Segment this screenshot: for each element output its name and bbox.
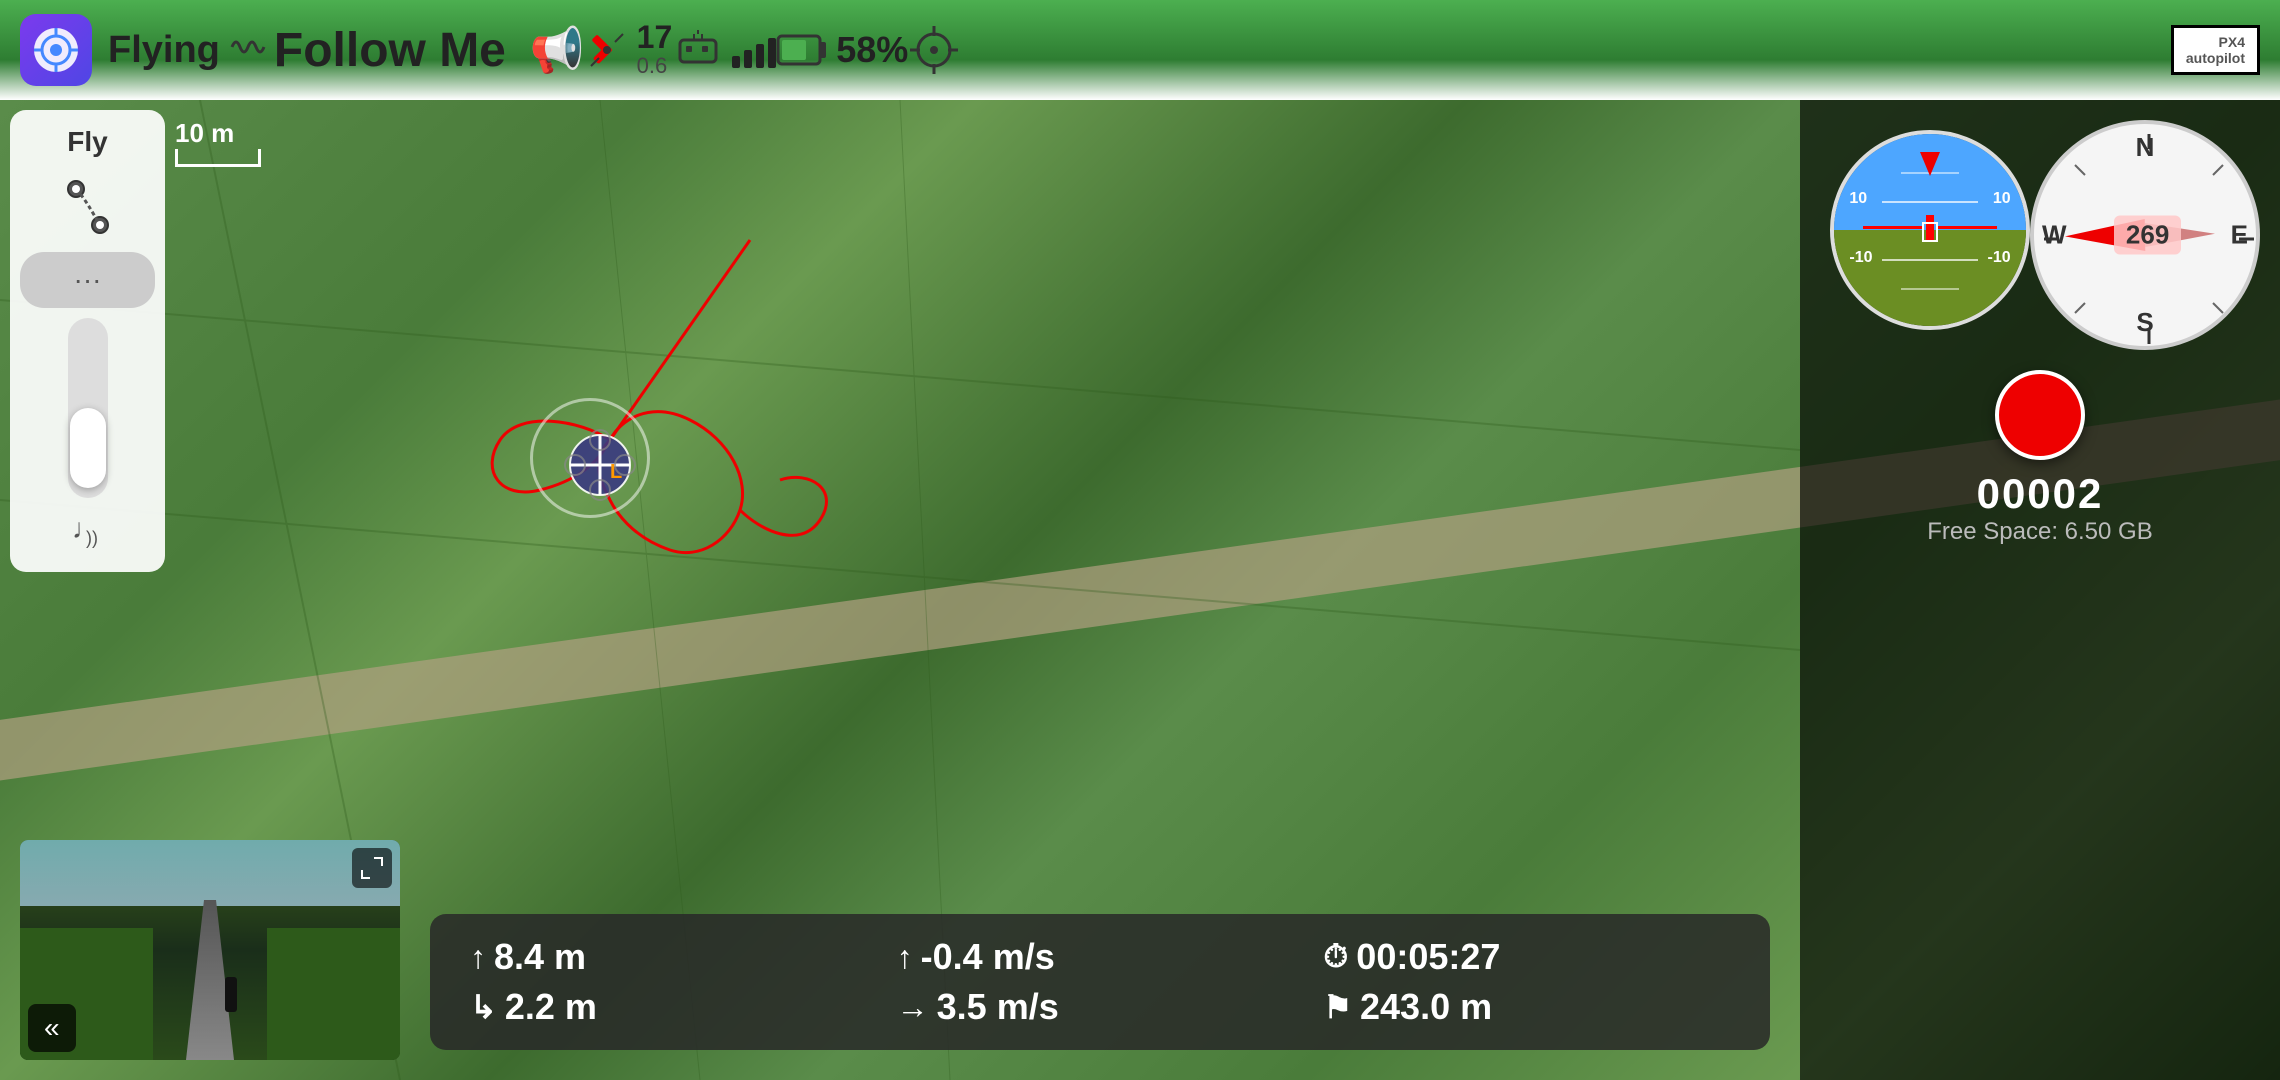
bank-indicator bbox=[1920, 152, 1940, 176]
map-area[interactable]: L Fly ··· ♩ )) bbox=[0, 100, 2280, 1080]
altitude-slider[interactable] bbox=[68, 318, 108, 498]
free-space-label: Free Space: 6.50 GB bbox=[1927, 518, 2152, 546]
center-square bbox=[1922, 222, 1937, 241]
cam-expand-button[interactable] bbox=[352, 848, 392, 888]
fly-label: Fly bbox=[67, 126, 107, 158]
pitch-label-10-left: 10 bbox=[1849, 190, 1867, 208]
svg-text:)): )) bbox=[86, 528, 98, 548]
horizon-ground bbox=[1834, 230, 2026, 326]
signal-bars bbox=[732, 32, 776, 68]
time-value: 00:05:27 bbox=[1356, 936, 1500, 978]
compass-west-label: W bbox=[2042, 220, 2067, 251]
hud-horizontal-dist: ↳ 2.2 m bbox=[470, 986, 877, 1028]
compass-east-label: E bbox=[2231, 220, 2248, 251]
gps-crosshair-icon bbox=[908, 24, 960, 76]
radio-controller-icon bbox=[672, 28, 724, 72]
compass-north-label: N bbox=[2136, 132, 2155, 163]
cam-road bbox=[150, 900, 270, 1060]
horizontal-dist-value: 2.2 m bbox=[505, 986, 597, 1028]
home-distance-value: 243.0 m bbox=[1360, 986, 1492, 1028]
bottom-hud: ↑ 8.4 m ↑ -0.4 m/s ⏱ 00:05:27 ↳ 2.2 m → … bbox=[430, 914, 1770, 1050]
signal-wavy-icon bbox=[230, 29, 266, 72]
time-icon: ⏱ bbox=[1323, 938, 1348, 976]
compass-south-label: S bbox=[2136, 307, 2153, 338]
cam-figure bbox=[225, 977, 237, 1012]
altitude-rate-value: -0.4 m/s bbox=[921, 936, 1055, 978]
announcement-icon-group: 📢 bbox=[530, 24, 585, 76]
hud-time: ⏱ 00:05:27 bbox=[1323, 936, 1730, 978]
altitude-icon: ↑ bbox=[470, 939, 486, 976]
altitude-value: 8.4 m bbox=[494, 936, 586, 978]
satellite-group: 17 0.6 bbox=[585, 21, 673, 79]
battery-icon bbox=[776, 30, 828, 70]
hud-altitude-rate: ↑ -0.4 m/s bbox=[897, 936, 1304, 978]
compass-heading-value: 269 bbox=[2126, 220, 2169, 250]
satellite-hdop: 0.6 bbox=[637, 53, 673, 79]
scale-indicator: 10 m bbox=[175, 118, 261, 167]
right-panel: 10 10 -10 -10 bbox=[1800, 100, 2280, 1080]
compass: N S E W 269 bbox=[2030, 120, 2260, 350]
status-flying: Flying bbox=[108, 29, 220, 72]
hud-home-distance: ⚑ 243.0 m bbox=[1323, 986, 1730, 1028]
artificial-horizon: 10 10 -10 -10 bbox=[1830, 130, 2030, 330]
home-icon: ⚑ bbox=[1323, 988, 1352, 1026]
gps-group bbox=[908, 24, 960, 76]
waypoint-icon[interactable] bbox=[53, 172, 123, 242]
camera-thumbnail: « bbox=[20, 840, 400, 1060]
camera-back-button[interactable]: « bbox=[28, 1004, 76, 1052]
slider-thumb[interactable] bbox=[70, 408, 106, 488]
battery-percent: 58% bbox=[836, 29, 908, 71]
follow-me-label: Follow Me bbox=[274, 23, 506, 78]
file-counter-number: 00002 bbox=[1927, 470, 2152, 518]
satellite-count: 17 bbox=[637, 21, 673, 53]
hud-speed: → 3.5 m/s bbox=[897, 986, 1304, 1028]
hud-altitude: ↑ 8.4 m bbox=[470, 936, 877, 978]
cam-foliage-right bbox=[267, 928, 400, 1060]
cam-sky bbox=[20, 840, 400, 906]
loudspeaker-icon: 📢 bbox=[530, 24, 585, 76]
wing-right bbox=[1936, 226, 1997, 229]
compass-heading-box: 269 bbox=[2114, 216, 2181, 255]
app-icon[interactable] bbox=[20, 14, 92, 86]
battery-group: 58% bbox=[776, 29, 908, 71]
wing-left bbox=[1863, 226, 1924, 229]
scale-label: 10 m bbox=[175, 118, 261, 149]
px4-logo: PX4 autopilot bbox=[2171, 25, 2260, 75]
left-sidebar: Fly ··· ♩ )) bbox=[10, 110, 165, 572]
pitch-line-10-top bbox=[1882, 201, 1978, 203]
radio-group bbox=[672, 28, 776, 72]
file-counter: 00002 Free Space: 6.50 GB bbox=[1927, 470, 2152, 546]
pitch-line-20-bottom bbox=[1901, 288, 1959, 290]
altitude-rate-icon: ↑ bbox=[897, 939, 913, 976]
satellite-icon bbox=[585, 28, 629, 72]
hdist-icon: ↳ bbox=[470, 988, 497, 1026]
more-button[interactable]: ··· bbox=[20, 252, 155, 308]
svg-text:L: L bbox=[610, 461, 622, 483]
speed-value: 3.5 m/s bbox=[937, 986, 1059, 1028]
pitch-line-10-bottom bbox=[1882, 259, 1978, 261]
camera-preview bbox=[20, 840, 400, 1060]
topbar: Flying Follow Me 📢 17 0.6 bbox=[0, 0, 2280, 100]
pitch-label-neg10-right: -10 bbox=[1988, 249, 2011, 267]
pitch-label-10-right: 10 bbox=[1993, 190, 2011, 208]
pitch-label-neg10-left: -10 bbox=[1849, 249, 1872, 267]
speed-icon: → bbox=[897, 989, 929, 1026]
drone-marker: L bbox=[555, 420, 645, 510]
audio-icon[interactable]: ♩ )) bbox=[68, 508, 108, 556]
record-button[interactable] bbox=[1995, 370, 2085, 460]
